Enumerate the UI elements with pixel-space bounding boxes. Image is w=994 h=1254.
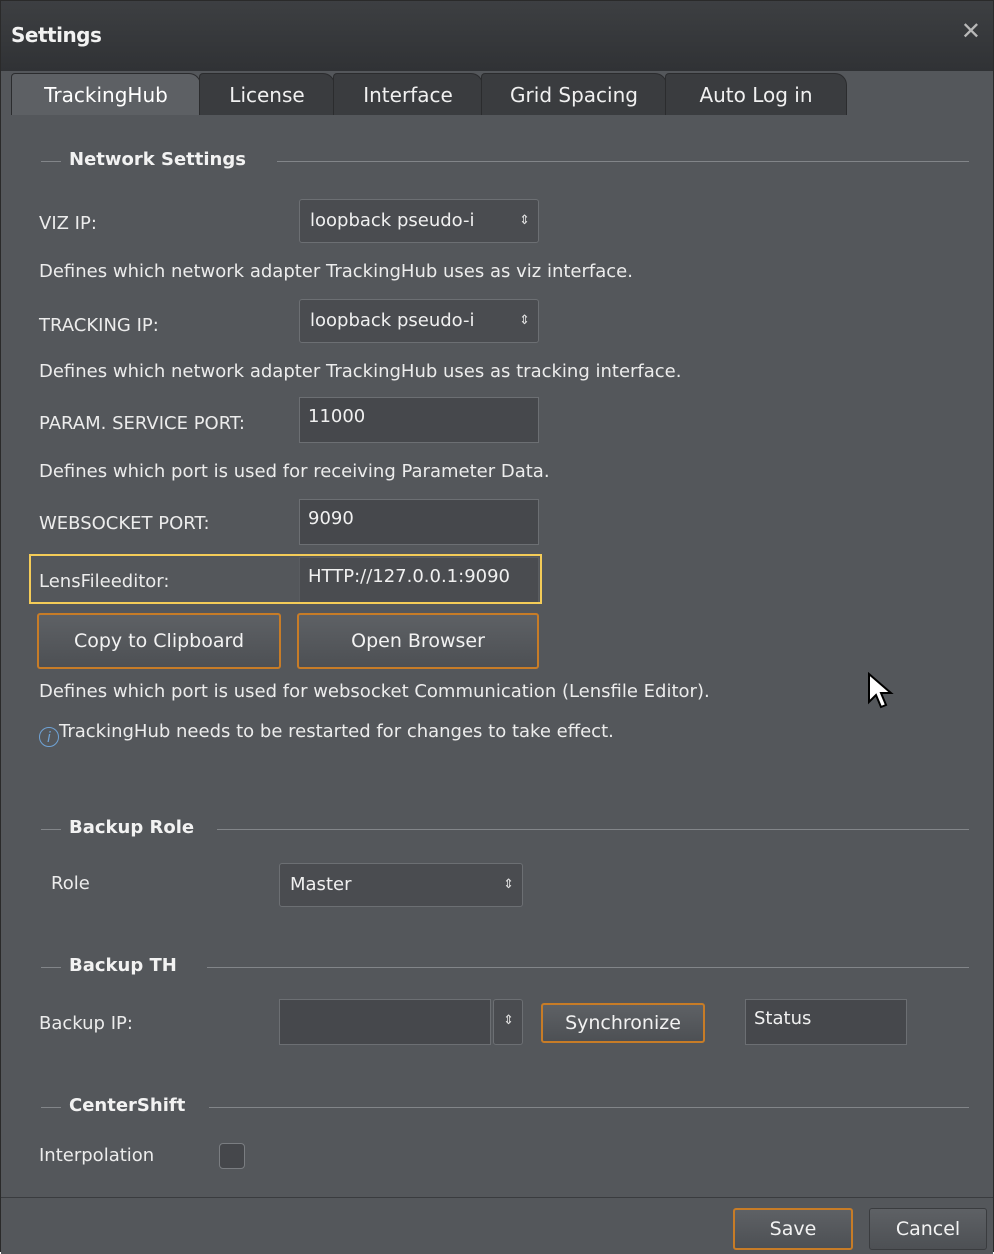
info-icon: i bbox=[39, 727, 59, 747]
select-arrows-icon: ⇕ bbox=[503, 877, 514, 892]
network-settings-heading: Network Settings bbox=[69, 149, 246, 170]
open-browser-button[interactable]: Open Browser bbox=[297, 613, 539, 669]
viz-ip-value: loopback pseudo-i bbox=[310, 210, 475, 231]
dialog-footer: Save Cancel bbox=[1, 1197, 993, 1254]
tab-trackinghub[interactable]: TrackingHub bbox=[11, 73, 201, 115]
viz-ip-description: Defines which network adapter TrackingHu… bbox=[39, 261, 633, 282]
dialog-title: Settings bbox=[11, 23, 102, 47]
tracking-ip-label: TRACKING IP: bbox=[39, 315, 159, 336]
viz-ip-select[interactable]: loopback pseudo-i ⇕ bbox=[299, 199, 539, 243]
interpolation-checkbox[interactable] bbox=[219, 1143, 245, 1169]
synchronize-button[interactable]: Synchronize bbox=[541, 1003, 705, 1043]
centershift-heading: CenterShift bbox=[69, 1095, 186, 1116]
section-rule bbox=[217, 829, 969, 830]
param-port-description: Defines which port is used for receiving… bbox=[39, 461, 550, 482]
tracking-ip-description: Defines which network adapter TrackingHu… bbox=[39, 361, 682, 382]
tracking-ip-value: loopback pseudo-i bbox=[310, 310, 475, 331]
tab-auto-log-in[interactable]: Auto Log in bbox=[665, 73, 847, 115]
section-rule bbox=[207, 967, 969, 968]
interpolation-label: Interpolation bbox=[39, 1145, 155, 1166]
param-port-label: PARAM. SERVICE PORT: bbox=[39, 413, 245, 434]
websocket-description: Defines which port is used for websocket… bbox=[39, 681, 710, 702]
backup-th-heading: Backup TH bbox=[69, 955, 177, 976]
section-rule bbox=[41, 967, 61, 968]
role-select[interactable]: Master ⇕ bbox=[279, 863, 523, 907]
mouse-cursor-icon bbox=[868, 672, 894, 709]
tab-license[interactable]: License bbox=[199, 73, 335, 115]
role-label: Role bbox=[51, 873, 90, 894]
viz-ip-label: VIZ IP: bbox=[39, 213, 97, 234]
backup-ip-label: Backup IP: bbox=[39, 1013, 133, 1034]
role-value: Master bbox=[290, 874, 352, 895]
lensfile-editor-label: LensFileeditor: bbox=[39, 571, 170, 592]
title-bar: Settings ✕ bbox=[1, 1, 993, 71]
restart-note: TrackingHub needs to be restarted for ch… bbox=[59, 721, 614, 742]
copy-to-clipboard-button[interactable]: Copy to Clipboard bbox=[37, 613, 281, 669]
backup-role-heading: Backup Role bbox=[69, 817, 195, 838]
websocket-port-input[interactable]: 9090 bbox=[299, 499, 539, 545]
section-rule bbox=[277, 161, 969, 162]
settings-dialog: Settings ✕ TrackingHub License Interface… bbox=[0, 0, 994, 1254]
param-port-input[interactable]: 11000 bbox=[299, 397, 539, 443]
cancel-button[interactable]: Cancel bbox=[869, 1208, 987, 1250]
section-rule bbox=[41, 161, 61, 162]
save-button[interactable]: Save bbox=[733, 1208, 853, 1250]
tracking-ip-select[interactable]: loopback pseudo-i ⇕ bbox=[299, 299, 539, 343]
backup-ip-dropdown[interactable]: ⇕ bbox=[493, 999, 523, 1045]
select-arrows-icon: ⇕ bbox=[503, 1013, 514, 1028]
select-arrows-icon: ⇕ bbox=[519, 213, 530, 228]
tab-interface[interactable]: Interface bbox=[333, 73, 483, 115]
backup-ip-input[interactable] bbox=[279, 999, 491, 1045]
close-icon[interactable]: ✕ bbox=[961, 17, 981, 45]
websocket-port-label: WEBSOCKET PORT: bbox=[39, 513, 210, 534]
tab-bar: TrackingHub License Interface Grid Spaci… bbox=[1, 71, 993, 117]
select-arrows-icon: ⇕ bbox=[519, 313, 530, 328]
lensfile-editor-url[interactable]: HTTP://127.0.0.1:9090 bbox=[299, 557, 539, 603]
status-display: Status bbox=[745, 999, 907, 1045]
section-rule bbox=[41, 1107, 61, 1108]
section-rule bbox=[41, 829, 61, 830]
tab-grid-spacing[interactable]: Grid Spacing bbox=[481, 73, 667, 115]
section-rule bbox=[209, 1107, 969, 1108]
